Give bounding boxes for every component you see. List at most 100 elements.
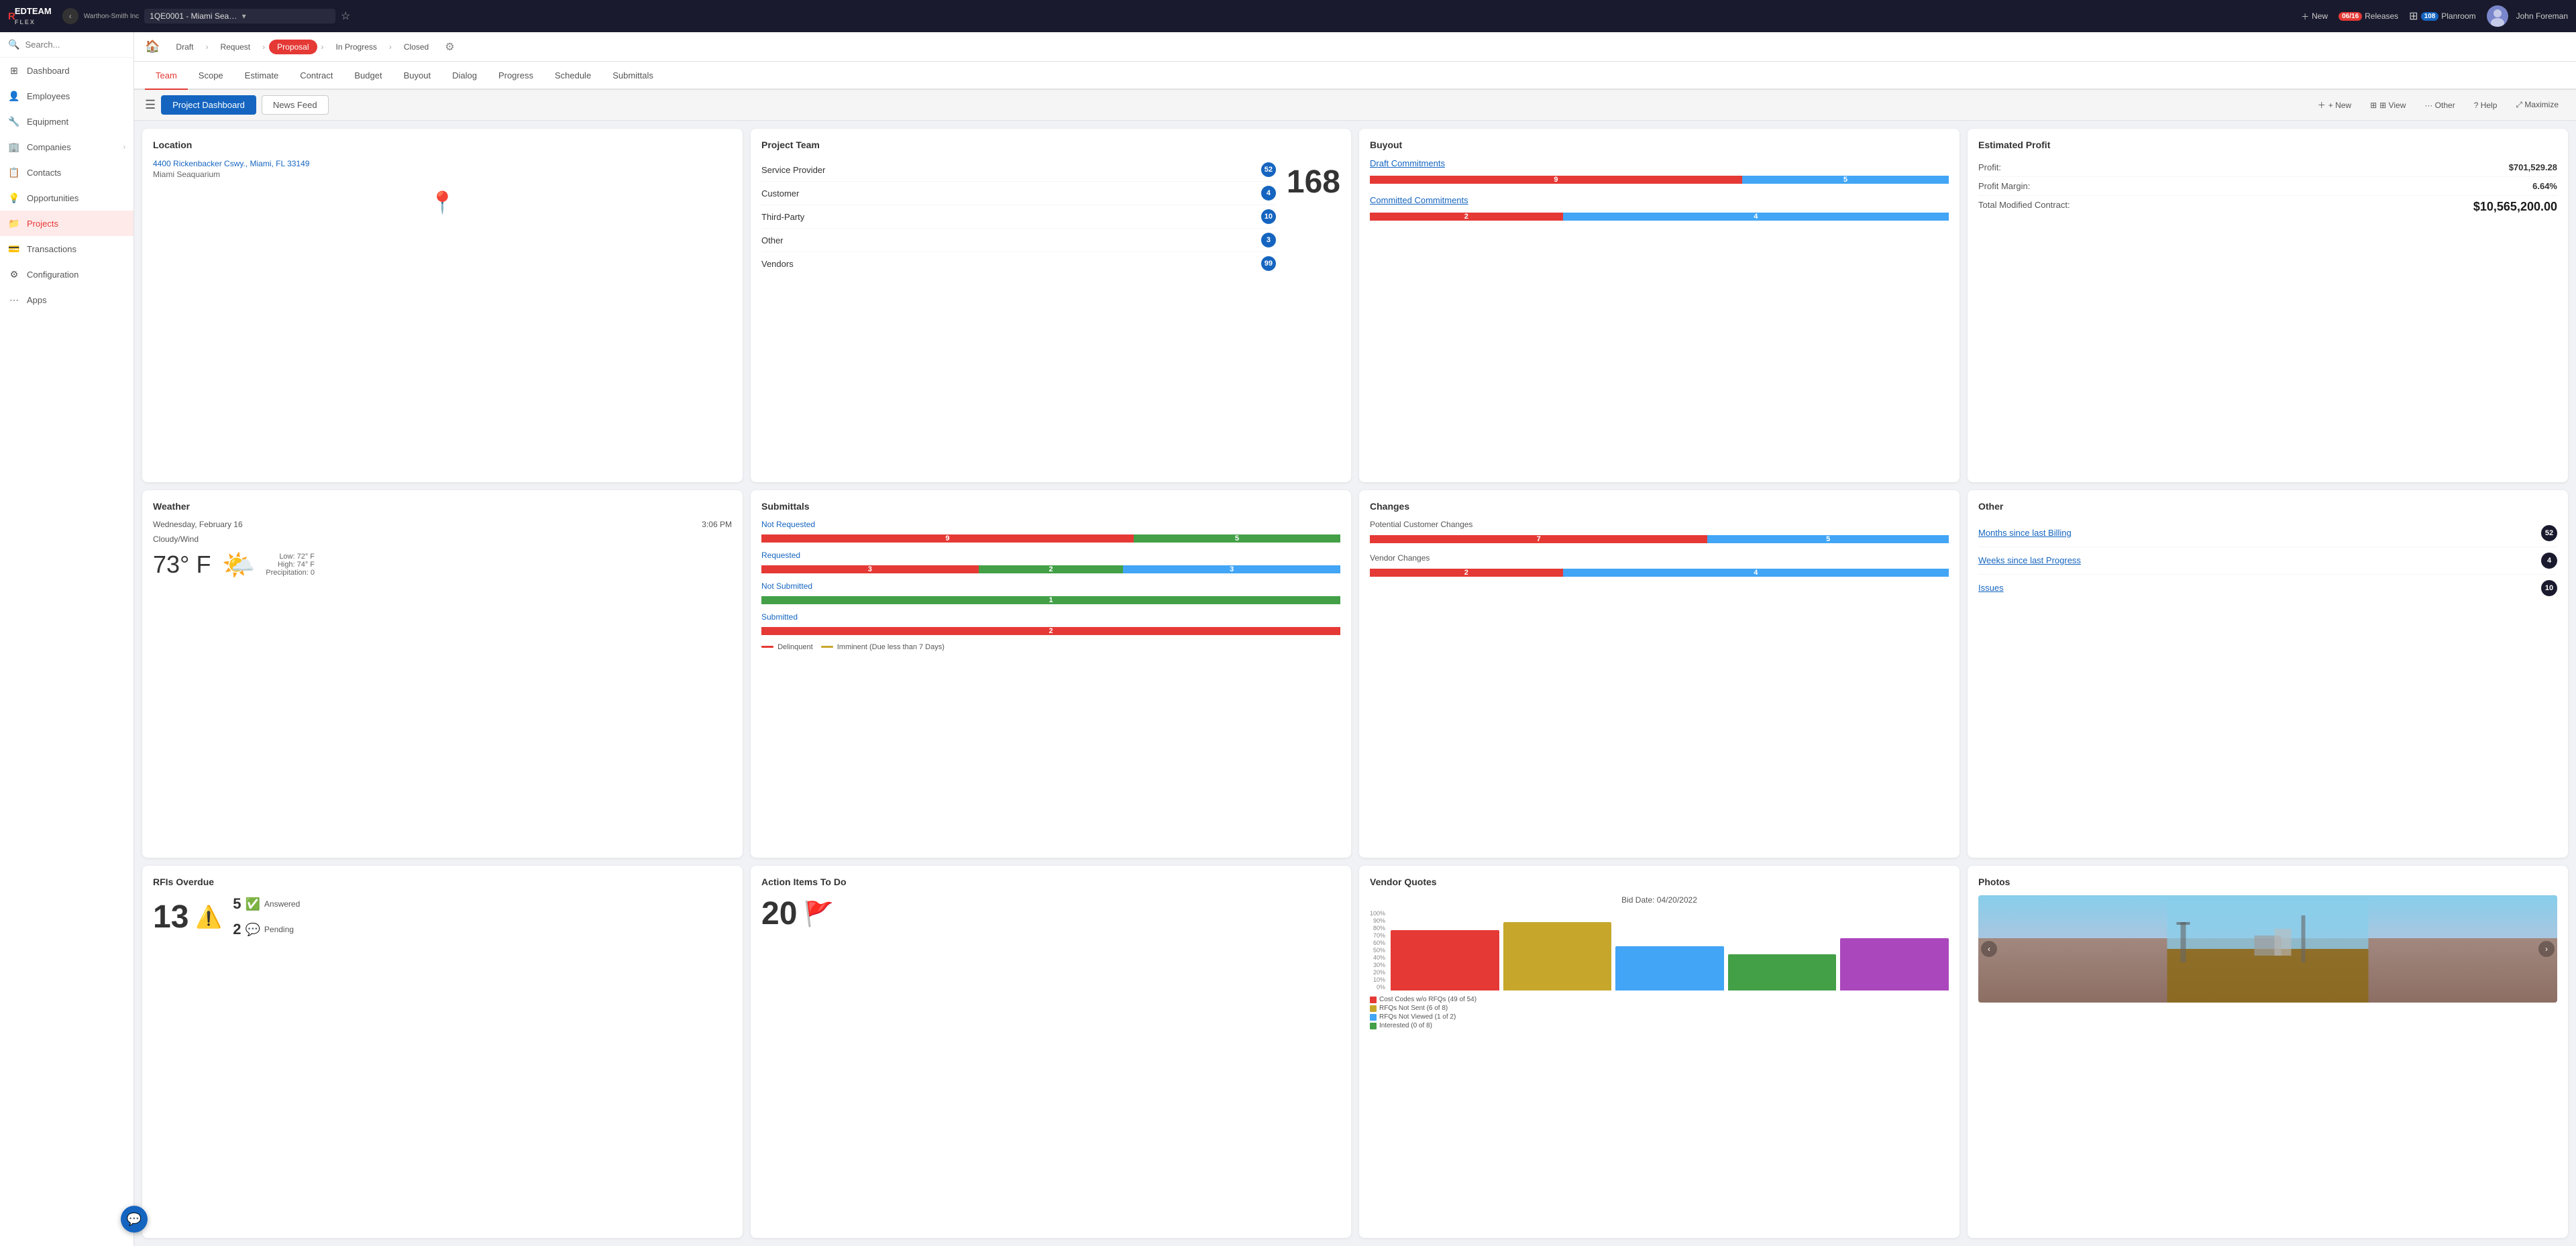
status-tab-closed[interactable]: Closed — [396, 40, 437, 54]
status-tab-inprogress[interactable]: In Progress — [328, 40, 385, 54]
search-input[interactable] — [25, 40, 125, 50]
submittals-legend: Delinquent Imminent (Due less than 7 Day… — [761, 643, 1340, 651]
tab-submittals[interactable]: Submittals — [602, 62, 664, 90]
status-tab-proposal[interactable]: Proposal — [269, 40, 317, 54]
photo-prev-button[interactable]: ‹ — [1981, 941, 1997, 957]
not-req-green: 5 — [1134, 534, 1340, 543]
arrow-4: › — [389, 42, 392, 52]
project-name: 1QE0001 - Miami Seaquarium Area Developm… — [150, 11, 237, 21]
team-label: Customer — [761, 188, 799, 199]
tab-budget[interactable]: Budget — [343, 62, 392, 90]
issues-link[interactable]: Issues — [1978, 583, 2004, 593]
hamburger-button[interactable]: ☰ — [145, 98, 156, 112]
opportunities-icon: 💡 — [8, 192, 20, 204]
news-feed-button[interactable]: News Feed — [262, 95, 329, 115]
vendor-quotes-title: Vendor Quotes — [1370, 876, 1949, 887]
req-green: 2 — [979, 565, 1124, 573]
action-items-count: 20 — [761, 895, 797, 932]
tab-dialog[interactable]: Dialog — [441, 62, 488, 90]
sidebar-item-configuration[interactable]: ⚙ Configuration — [0, 262, 133, 287]
potential-blue-bar: 5 — [1707, 535, 1949, 543]
dashboard-toolbar: ☰ Project Dashboard News Feed ＋ + New ⊞ … — [134, 90, 2576, 121]
chat-bubble-button[interactable]: 💬 — [121, 1206, 148, 1233]
sidebar-item-companies[interactable]: 🏢 Companies › — [0, 134, 133, 160]
tab-schedule[interactable]: Schedule — [544, 62, 602, 90]
project-selector[interactable]: 1QE0001 - Miami Seaquarium Area Developm… — [144, 9, 335, 23]
legend-row-4: Interested (0 of 8) — [1370, 1022, 1949, 1029]
tab-estimate[interactable]: Estimate — [234, 62, 290, 90]
rfi-pending-icon: 💬 — [245, 923, 260, 937]
tab-team[interactable]: Team — [145, 62, 188, 90]
billing-link[interactable]: Months since last Billing — [1978, 528, 2072, 538]
tab-contract[interactable]: Contract — [289, 62, 343, 90]
requested-link[interactable]: Requested — [761, 551, 1340, 560]
profit-label: Profit: — [1978, 162, 2001, 172]
weather-title: Weather — [153, 501, 732, 512]
sidebar-item-transactions[interactable]: 💳 Transactions — [0, 236, 133, 262]
potential-changes-section: Potential Customer Changes 7 5 — [1370, 520, 1949, 547]
legend-color-4 — [1370, 1023, 1377, 1029]
submitted-link[interactable]: Submitted — [761, 612, 1340, 622]
tab-progress[interactable]: Progress — [488, 62, 544, 90]
photo-next-button[interactable]: › — [2538, 941, 2555, 957]
star-button[interactable]: ☆ — [341, 9, 350, 23]
status-tab-draft[interactable]: Draft — [168, 40, 201, 54]
status-tab-request[interactable]: Request — [212, 40, 258, 54]
sidebar-item-equipment[interactable]: 🔧 Equipment — [0, 109, 133, 134]
tab-scope[interactable]: Scope — [188, 62, 234, 90]
rfi-count-area: 13 ⚠️ — [153, 899, 222, 936]
maximize-button[interactable]: ⤢ Maximize — [2509, 96, 2565, 114]
weather-time: 3:06 PM — [702, 520, 732, 529]
not-sub-green: 1 — [761, 596, 1340, 604]
new-action-button[interactable]: ＋ + New — [2311, 95, 2358, 115]
photo-display: ‹ › — [1978, 895, 2557, 1003]
vendor-blue-bar: 4 — [1563, 569, 1949, 577]
sidebar-item-apps[interactable]: ⋯ Apps — [0, 287, 133, 313]
companies-arrow: › — [123, 144, 125, 151]
buyout-card: Buyout Draft Commitments 9 5 Committed C… — [1359, 129, 1960, 482]
bid-date: Bid Date: 04/20/2022 — [1370, 895, 1949, 905]
new-button[interactable]: ＋ New — [2301, 11, 2328, 22]
arrow-1: › — [205, 42, 208, 52]
logo: R EDTEAMFLEX — [8, 6, 52, 26]
project-dashboard-button[interactable]: Project Dashboard — [161, 95, 256, 115]
planroom-button[interactable]: ⊞ 108 Planroom — [2409, 9, 2475, 23]
project-settings-button[interactable]: ⚙ — [445, 40, 454, 54]
other-button[interactable]: ··· Other — [2418, 97, 2461, 114]
team-count: 4 — [1261, 186, 1276, 201]
rfi-title: RFIs Overdue — [153, 876, 732, 887]
user-menu[interactable]: John Foreman — [2487, 5, 2568, 27]
tab-buyout[interactable]: Buyout — [393, 62, 441, 90]
draft-commitments-link[interactable]: Draft Commitments — [1370, 158, 1949, 168]
nav-back-button[interactable]: ‹ — [62, 8, 78, 24]
chart-bar-5 — [1840, 938, 1949, 990]
planroom-badge: 108 — [2421, 12, 2439, 21]
chart-bar-3 — [1615, 946, 1724, 990]
rfi-check-icon: ✅ — [245, 897, 260, 911]
sidebar-item-employees[interactable]: 👤 Employees — [0, 83, 133, 109]
new-action-icon: ＋ — [2318, 99, 2326, 111]
not-submitted-link[interactable]: Not Submitted — [761, 581, 1340, 591]
submitted-bar: 2 — [761, 624, 1340, 638]
view-button[interactable]: ⊞ ⊞ View — [2363, 97, 2412, 114]
logo-red: R — [8, 11, 15, 22]
sidebar-item-contacts[interactable]: 📋 Contacts — [0, 160, 133, 185]
sidebar-item-opportunities[interactable]: 💡 Opportunities — [0, 185, 133, 211]
help-label: ? Help — [2474, 101, 2498, 110]
releases-button[interactable]: 06/16 Releases — [2339, 11, 2398, 21]
sidebar-item-projects[interactable]: 📁 Projects — [0, 211, 133, 236]
not-requested-link[interactable]: Not Requested — [761, 520, 1340, 529]
team-label: Service Provider — [761, 165, 825, 175]
rfi-side-stats: 5 ✅ Answered 2 💬 Pending — [233, 895, 300, 938]
committed-commitments-link[interactable]: Committed Commitments — [1370, 195, 1949, 205]
draft-blue-bar: 5 — [1742, 176, 1949, 184]
chart-legend: Cost Codes w/o RFQs (49 of 54) RFQs Not … — [1370, 996, 1949, 1029]
location-address[interactable]: 4400 Rickenbacker Cswy., Miami, FL 33149 — [153, 159, 309, 168]
legend-color-2 — [1370, 1005, 1377, 1012]
weather-precipitation: Precipitation: 0 — [266, 569, 315, 577]
apps-icon: ⋯ — [8, 294, 20, 306]
sidebar-item-dashboard[interactable]: ⊞ Dashboard — [0, 58, 133, 83]
help-button[interactable]: ? Help — [2467, 97, 2504, 114]
progress-link[interactable]: Weeks since last Progress — [1978, 555, 2081, 565]
team-row-other: Other 3 — [761, 229, 1276, 252]
